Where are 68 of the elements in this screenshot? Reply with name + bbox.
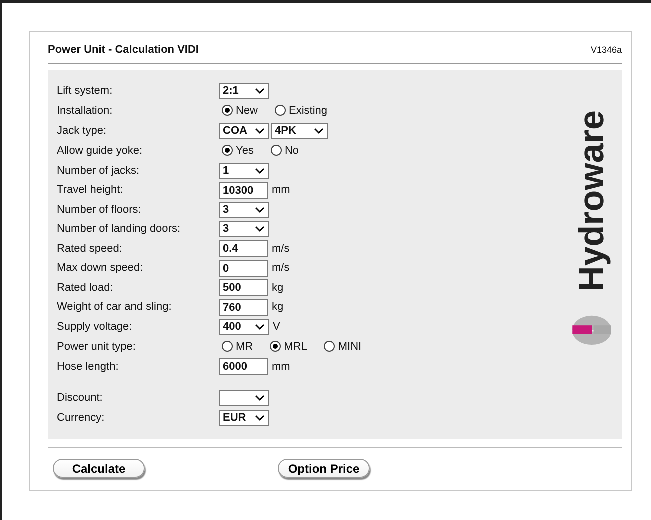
radio-button[interactable]	[275, 105, 286, 116]
field-label: Allow guide yoke:	[57, 144, 144, 157]
radio-label: MINI	[338, 340, 362, 353]
chevron-down-icon	[255, 128, 265, 134]
field-label: Rated speed:	[57, 242, 124, 255]
field-label: Discount:	[57, 392, 104, 404]
field-label: Hose length:	[57, 360, 120, 373]
input-field[interactable]: 500	[219, 279, 268, 296]
version-label: V1346a	[590, 44, 622, 54]
chevron-down-icon	[255, 168, 265, 174]
dropdown[interactable]	[219, 390, 269, 406]
radio-button[interactable]	[270, 341, 282, 352]
field-label: Weight of car and sling:	[57, 301, 173, 314]
form-title: Power Unit - Calculation VIDI	[48, 44, 199, 56]
field-label: Supply voltage:	[57, 320, 134, 333]
unit-label: m/s	[272, 262, 290, 274]
input-field[interactable]: 0.4	[219, 240, 268, 258]
chevron-down-icon	[255, 414, 265, 421]
dropdown[interactable]: 3	[219, 202, 269, 218]
field-label: Travel height:	[57, 184, 124, 196]
radio-button[interactable]	[222, 145, 233, 156]
field-label: Number of jacks:	[57, 164, 141, 177]
logo-text: Hydroware	[574, 110, 610, 292]
unit-label: kg	[272, 301, 284, 314]
unit-label: mm	[272, 360, 290, 373]
dropdown[interactable]: 4PK	[271, 122, 328, 139]
action-button[interactable]: Option Price	[278, 459, 370, 478]
unit-label: kg	[272, 282, 284, 294]
field-label: Installation:	[57, 104, 114, 117]
action-button[interactable]: Calculate	[53, 459, 145, 478]
radio-button[interactable]	[222, 105, 233, 116]
dropdown[interactable]: EUR	[219, 410, 269, 426]
dropdown[interactable]: 2:1	[219, 82, 269, 99]
radio-label: Yes	[236, 144, 254, 157]
input-field[interactable]: 760	[219, 298, 268, 316]
field-label: Number of floors:	[57, 204, 142, 216]
dropdown[interactable]: 3	[219, 221, 269, 238]
chevron-down-icon	[255, 324, 265, 330]
chevron-down-icon	[255, 206, 265, 213]
chevron-down-icon	[314, 128, 324, 134]
dropdown[interactable]: 400	[219, 318, 269, 335]
radio-label: MR	[236, 340, 254, 353]
radio-button[interactable]	[324, 341, 336, 352]
field-label: Power unit type:	[57, 340, 137, 353]
field-label: Number of landing doors:	[57, 223, 182, 236]
input-field[interactable]: 10300	[219, 182, 268, 199]
radio-button[interactable]	[222, 341, 233, 352]
radio-label: MRL	[284, 340, 308, 353]
input-field[interactable]: 6000	[219, 358, 268, 376]
radio-label: New	[236, 104, 258, 117]
unit-label: m/s	[272, 242, 290, 255]
radio-button[interactable]	[270, 145, 282, 156]
input-field[interactable]: 0	[219, 260, 268, 277]
field-label: Rated load:	[57, 282, 114, 294]
field-label: Jack type:	[57, 124, 108, 137]
radio-label: Existing	[289, 104, 328, 117]
unit-label: V	[273, 320, 280, 333]
field-label: Max down speed:	[57, 262, 144, 274]
field-label: Currency:	[57, 412, 106, 424]
radio-label: No	[284, 144, 300, 157]
dropdown[interactable]: 1	[219, 162, 269, 179]
dropdown[interactable]: COA	[219, 122, 269, 139]
logo-icon	[570, 315, 614, 345]
chevron-down-icon	[255, 226, 265, 232]
field-label: Lift system:	[57, 84, 114, 97]
chevron-down-icon	[255, 88, 265, 94]
chevron-down-icon	[255, 395, 265, 402]
unit-label: mm	[272, 184, 290, 196]
